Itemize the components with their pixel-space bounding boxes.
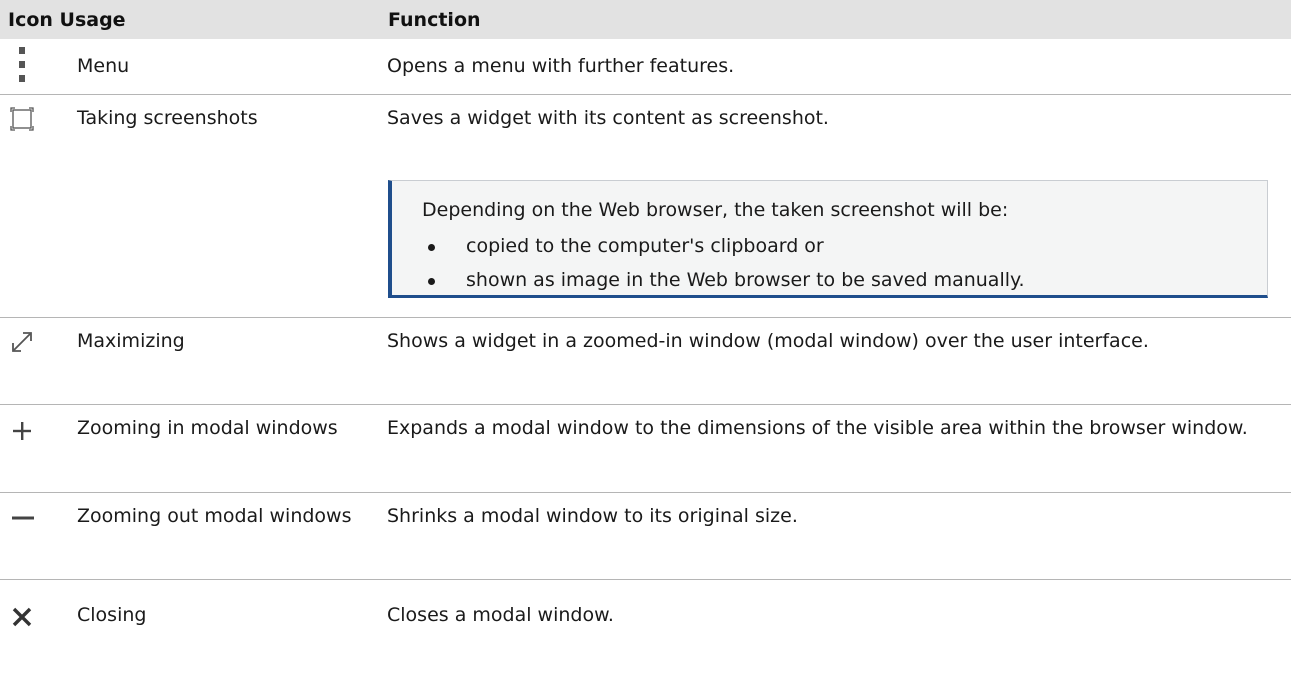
row-function: Opens a menu with further features. <box>387 55 735 77</box>
table-row: Maximizing Shows a widget in a zoomed-in… <box>0 318 1291 405</box>
row-function: Shows a widget in a zoomed-in window (mo… <box>387 330 1149 352</box>
row-usage: Taking screenshots <box>77 107 258 129</box>
row-function: Closes a modal window. <box>387 604 614 626</box>
table-row: Closing Closes a modal window. <box>0 580 1291 700</box>
bullet-icon <box>428 244 435 251</box>
row-usage: Closing <box>77 604 147 626</box>
row-function: Shrinks a modal window to its original s… <box>387 505 798 527</box>
row-usage: Zooming in modal windows <box>77 417 338 439</box>
diagonal-expand-icon <box>12 332 32 352</box>
header-function: Function <box>388 9 481 31</box>
row-function: Saves a widget with its content as scree… <box>387 107 829 129</box>
plus-icon <box>13 422 31 440</box>
table-header: Icon Usage Function <box>0 0 1291 39</box>
screenshot-note-box: Depending on the Web browser, the taken … <box>388 180 1268 298</box>
row-usage: Menu <box>77 55 130 77</box>
close-x-icon <box>12 607 32 627</box>
note-list: copied to the computer's clipboard or sh… <box>392 231 1025 299</box>
row-usage: Zooming out modal windows <box>77 505 352 527</box>
minus-icon <box>12 516 34 520</box>
table-row: Zooming out modal windows Shrinks a moda… <box>0 493 1291 580</box>
vertical-dots-icon <box>19 47 25 82</box>
row-function: Expands a modal window to the dimensions… <box>387 417 1248 439</box>
header-icon-usage: Icon Usage <box>8 9 126 31</box>
screenshot-frame-icon <box>10 107 34 131</box>
note-intro: Depending on the Web browser, the taken … <box>422 199 1009 221</box>
table-row: Zooming in modal windows Expands a modal… <box>0 405 1291 493</box>
row-usage: Maximizing <box>77 330 185 352</box>
bullet-icon <box>428 278 435 285</box>
list-item: copied to the computer's clipboard or <box>392 231 1025 265</box>
table-row: Menu Opens a menu with further features. <box>0 39 1291 95</box>
list-item: shown as image in the Web browser to be … <box>392 265 1025 299</box>
